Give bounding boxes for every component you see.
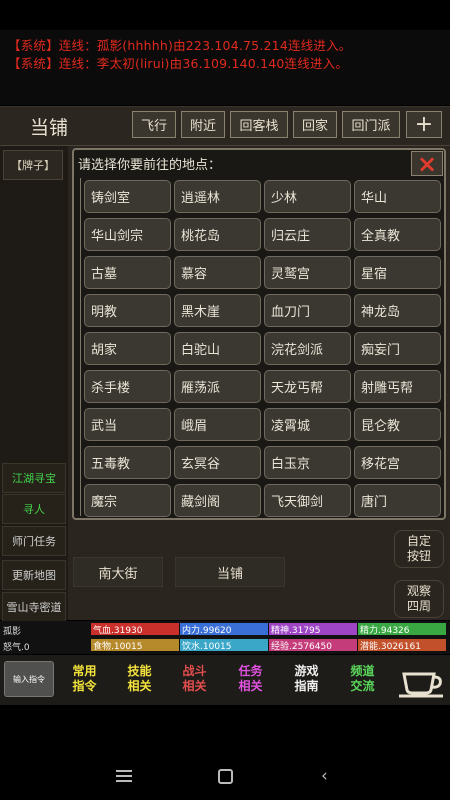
- location-button[interactable]: 逍遥林: [174, 180, 261, 213]
- stat-cell: 饮水.10015: [180, 639, 268, 652]
- home-icon[interactable]: [218, 769, 233, 784]
- location-button[interactable]: 射雕丐帮: [354, 370, 441, 403]
- location-button[interactable]: 古墓: [84, 256, 171, 289]
- side-button[interactable]: 雪山寺密道: [2, 592, 66, 622]
- stat-cell: 气血.31930: [91, 623, 179, 636]
- location-button[interactable]: 血刀门: [264, 294, 351, 327]
- nav-button[interactable]: 频道 交流: [336, 658, 389, 700]
- nav-button[interactable]: 游戏 指南: [280, 658, 333, 700]
- location-button[interactable]: 灵鹫宫: [264, 256, 351, 289]
- location-button[interactable]: 痴妄门: [354, 332, 441, 365]
- location-button[interactable]: 浣花剑派: [264, 332, 351, 365]
- back-icon[interactable]: ‹: [321, 768, 328, 785]
- game-screen: 【系统】连线：孤影(hhhhh)由223.104.75.214连线进入。 【系统…: [0, 0, 450, 800]
- stat-rows: 气血.31930 内力.99620 精神.31795 精力.94326 食物.10015…: [91, 623, 448, 653]
- location-button[interactable]: 慕容: [174, 256, 261, 289]
- location-button[interactable]: 神龙岛: [354, 294, 441, 327]
- location-button[interactable]: 杀手楼: [84, 370, 171, 403]
- return-inn-button[interactable]: 回客栈: [230, 111, 288, 138]
- input-command-button[interactable]: 输入指令: [4, 661, 54, 697]
- stat-cell: 潜能.3026161: [358, 639, 446, 652]
- stat-cell: 精神.31795: [269, 623, 357, 636]
- location-button[interactable]: 昆仑教: [354, 408, 441, 441]
- location-button[interactable]: 铸剑室: [84, 180, 171, 213]
- anger-stat: 怒气.0: [3, 643, 30, 653]
- side-button[interactable]: 师门任务: [2, 526, 66, 556]
- location-button[interactable]: 少林: [264, 180, 351, 213]
- location-button[interactable]: 归云庄: [264, 218, 351, 251]
- location-button[interactable]: 飞天御剑: [264, 484, 351, 517]
- location-button[interactable]: 藏剑阁: [174, 484, 261, 517]
- side-button[interactable]: 江湖寻宝: [2, 463, 66, 493]
- stat-cell: 经验.2576450: [269, 639, 357, 652]
- tag-button[interactable]: 【牌子】: [3, 150, 63, 180]
- location-button[interactable]: 星宿: [354, 256, 441, 289]
- message-area: 【系统】连线：孤影(hhhhh)由223.104.75.214连线进入。 【系统…: [0, 30, 450, 105]
- return-home-button[interactable]: 回家: [293, 111, 337, 138]
- dialog-prompt: 请选择你要前往的地点：: [78, 158, 222, 173]
- location-button[interactable]: 桃花岛: [174, 218, 261, 251]
- player-name: 孤影: [3, 627, 22, 637]
- system-message: 【系统】连线：李太初(lirui)由36.109.140.140连线进入。: [8, 56, 349, 71]
- plus-button[interactable]: +: [406, 111, 442, 138]
- side-button[interactable]: 更新地图: [2, 560, 66, 590]
- exit-pawnshop[interactable]: 当铺: [175, 557, 285, 587]
- fly-button[interactable]: 飞行: [132, 111, 176, 138]
- location-button[interactable]: 移花宫: [354, 446, 441, 479]
- location-button[interactable]: 玄冥谷: [174, 446, 261, 479]
- location-button[interactable]: 天龙丐帮: [264, 370, 351, 403]
- stat-cell: 精力.94326: [358, 623, 446, 636]
- side-button[interactable]: 寻人: [2, 494, 66, 524]
- destination-dialog: 请选择你要前往的地点： × 铸剑室 逍遥林 少林 华山华山剑宗 桃花岛 归云庄 全真教古墓慕…: [72, 148, 446, 520]
- location-button[interactable]: 雁荡派: [174, 370, 261, 403]
- system-nav-bar: ‹: [0, 705, 450, 800]
- location-button[interactable]: 华山: [354, 180, 441, 213]
- location-button[interactable]: 胡家: [84, 332, 171, 365]
- dialog-divider: [80, 178, 81, 516]
- system-message: 【系统】连线：孤影(hhhhh)由223.104.75.214连线进入。: [8, 38, 352, 53]
- tea-cup-icon[interactable]: [396, 660, 446, 700]
- stat-cell: 食物.10015: [91, 639, 179, 652]
- return-sect-button[interactable]: 回门派: [342, 111, 400, 138]
- location-button[interactable]: 唐门: [354, 484, 441, 517]
- location-title: 当铺: [30, 117, 69, 139]
- location-button[interactable]: 武当: [84, 408, 171, 441]
- menu-icon[interactable]: [116, 770, 132, 782]
- location-button[interactable]: 凌霄城: [264, 408, 351, 441]
- nav-button[interactable]: 任务 相关: [224, 658, 277, 700]
- exit-south-street[interactable]: 南大街: [73, 557, 163, 587]
- location-button[interactable]: 魔宗: [84, 484, 171, 517]
- location-button[interactable]: 五毒教: [84, 446, 171, 479]
- custom-button[interactable]: 自定 按钮: [394, 530, 444, 568]
- close-icon: ×: [416, 149, 438, 178]
- location-button[interactable]: 白玉京: [264, 446, 351, 479]
- nav-button[interactable]: 战斗 相关: [168, 658, 221, 700]
- stat-cell: 内力.99620: [180, 623, 268, 636]
- status-bar: 孤影 怒气.0 气血.31930 内力.99620 精神.31795 精力.94326…: [0, 621, 450, 654]
- location-button[interactable]: 白驼山: [174, 332, 261, 365]
- location-grid: 铸剑室 逍遥林 少林 华山华山剑宗 桃花岛 归云庄 全真教古墓 慕容 灵鹫宫 星宿明教 黑木崖 血刀门…: [84, 180, 446, 518]
- location-button[interactable]: 黑木崖: [174, 294, 261, 327]
- nearby-button[interactable]: 附近: [181, 111, 225, 138]
- look-around-button[interactable]: 观察 四周: [394, 580, 444, 618]
- close-button[interactable]: ×: [411, 151, 443, 176]
- nav-button[interactable]: 常用 指令: [58, 658, 111, 700]
- nav-button[interactable]: 技能 相关: [113, 658, 166, 700]
- location-button[interactable]: 华山剑宗: [84, 218, 171, 251]
- location-button[interactable]: 明教: [84, 294, 171, 327]
- location-button[interactable]: 全真教: [354, 218, 441, 251]
- location-button[interactable]: 峨眉: [174, 408, 261, 441]
